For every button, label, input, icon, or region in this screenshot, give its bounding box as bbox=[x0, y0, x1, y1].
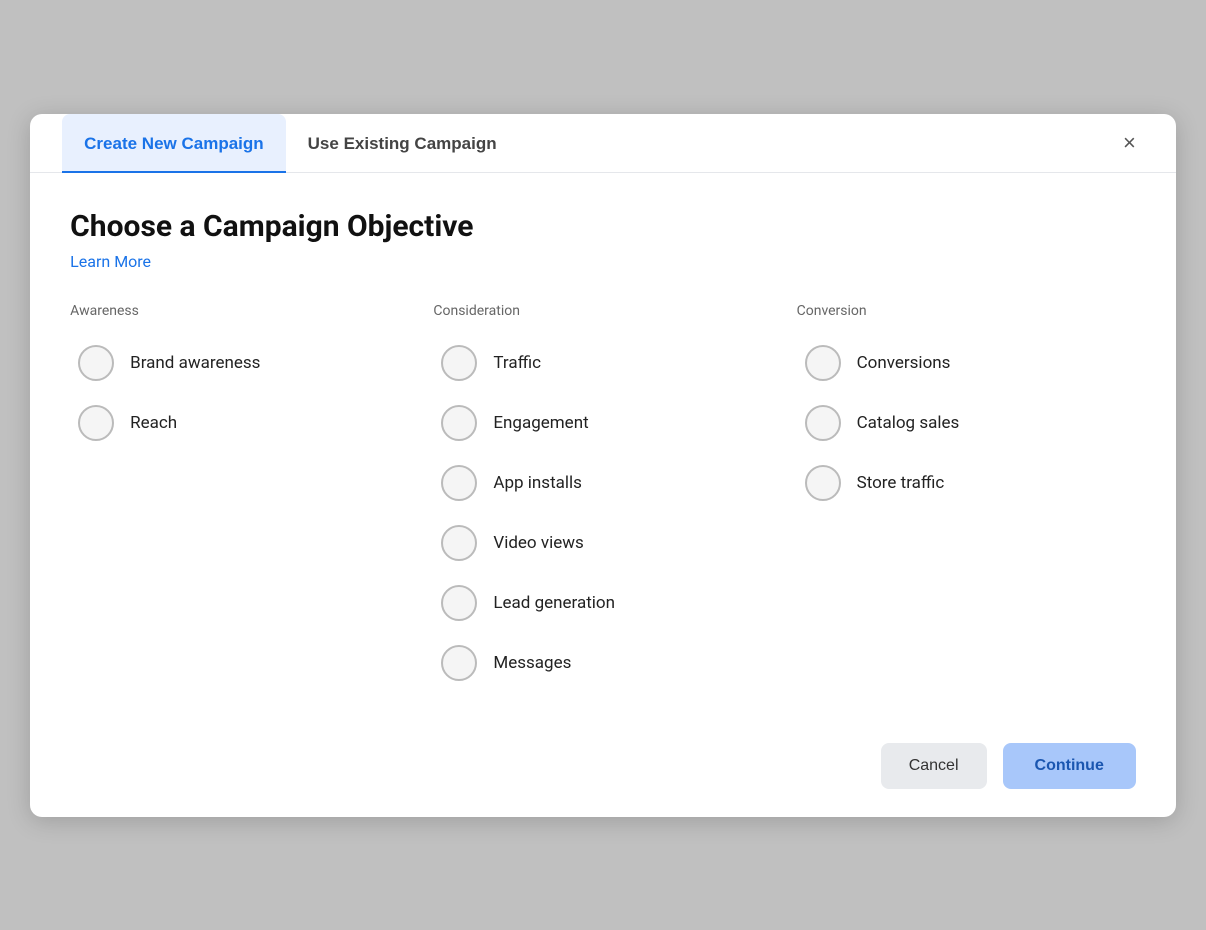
radio-reach bbox=[78, 405, 114, 441]
radio-catalog-sales bbox=[805, 405, 841, 441]
conversion-option-list: Conversions Catalog sales Store traffic bbox=[797, 335, 1136, 511]
conversion-column: Conversion Conversions Catalog sales bbox=[797, 303, 1136, 691]
consideration-option-list: Traffic Engagement App installs Vid bbox=[433, 335, 772, 691]
awareness-header: Awareness bbox=[70, 303, 409, 319]
radio-messages bbox=[441, 645, 477, 681]
consideration-header: Consideration bbox=[433, 303, 772, 319]
radio-brand-awareness bbox=[78, 345, 114, 381]
close-button[interactable]: × bbox=[1115, 124, 1144, 162]
option-label-app-installs: App installs bbox=[493, 473, 582, 493]
option-catalog-sales[interactable]: Catalog sales bbox=[797, 395, 1136, 451]
option-label-traffic: Traffic bbox=[493, 353, 541, 373]
learn-more-link[interactable]: Learn More bbox=[70, 252, 151, 271]
tab-use-existing-campaign[interactable]: Use Existing Campaign bbox=[286, 114, 519, 172]
option-messages[interactable]: Messages bbox=[433, 635, 772, 691]
option-label-store-traffic: Store traffic bbox=[857, 473, 945, 493]
radio-conversions bbox=[805, 345, 841, 381]
modal-footer: Cancel Continue bbox=[30, 723, 1176, 817]
radio-lead-generation bbox=[441, 585, 477, 621]
option-label-video-views: Video views bbox=[493, 533, 583, 553]
cancel-button[interactable]: Cancel bbox=[881, 743, 987, 789]
radio-app-installs bbox=[441, 465, 477, 501]
modal-body: Choose a Campaign Objective Learn More A… bbox=[30, 173, 1176, 723]
objectives-grid: Awareness Brand awareness Reach bbox=[70, 303, 1136, 691]
radio-traffic bbox=[441, 345, 477, 381]
option-label-brand-awareness: Brand awareness bbox=[130, 353, 260, 373]
consideration-column: Consideration Traffic Engagement App bbox=[433, 303, 772, 691]
option-traffic[interactable]: Traffic bbox=[433, 335, 772, 391]
radio-store-traffic bbox=[805, 465, 841, 501]
option-video-views[interactable]: Video views bbox=[433, 515, 772, 571]
conversion-header: Conversion bbox=[797, 303, 1136, 319]
tab-create-new-campaign[interactable]: Create New Campaign bbox=[62, 114, 286, 172]
option-label-conversions: Conversions bbox=[857, 353, 951, 373]
radio-video-views bbox=[441, 525, 477, 561]
awareness-column: Awareness Brand awareness Reach bbox=[70, 303, 409, 691]
option-label-reach: Reach bbox=[130, 413, 177, 433]
option-conversions[interactable]: Conversions bbox=[797, 335, 1136, 391]
page-title: Choose a Campaign Objective bbox=[70, 209, 1136, 244]
option-label-catalog-sales: Catalog sales bbox=[857, 413, 960, 433]
modal-tabs: Create New Campaign Use Existing Campaig… bbox=[30, 114, 1176, 173]
option-label-engagement: Engagement bbox=[493, 413, 588, 433]
option-brand-awareness[interactable]: Brand awareness bbox=[70, 335, 409, 391]
option-store-traffic[interactable]: Store traffic bbox=[797, 455, 1136, 511]
modal-container: Create New Campaign Use Existing Campaig… bbox=[30, 114, 1176, 817]
option-engagement[interactable]: Engagement bbox=[433, 395, 772, 451]
awareness-option-list: Brand awareness Reach bbox=[70, 335, 409, 451]
option-app-installs[interactable]: App installs bbox=[433, 455, 772, 511]
option-lead-generation[interactable]: Lead generation bbox=[433, 575, 772, 631]
continue-button[interactable]: Continue bbox=[1003, 743, 1136, 789]
option-label-messages: Messages bbox=[493, 653, 571, 673]
option-label-lead-generation: Lead generation bbox=[493, 593, 615, 613]
option-reach[interactable]: Reach bbox=[70, 395, 409, 451]
radio-engagement bbox=[441, 405, 477, 441]
modal-overlay: Create New Campaign Use Existing Campaig… bbox=[0, 0, 1206, 930]
